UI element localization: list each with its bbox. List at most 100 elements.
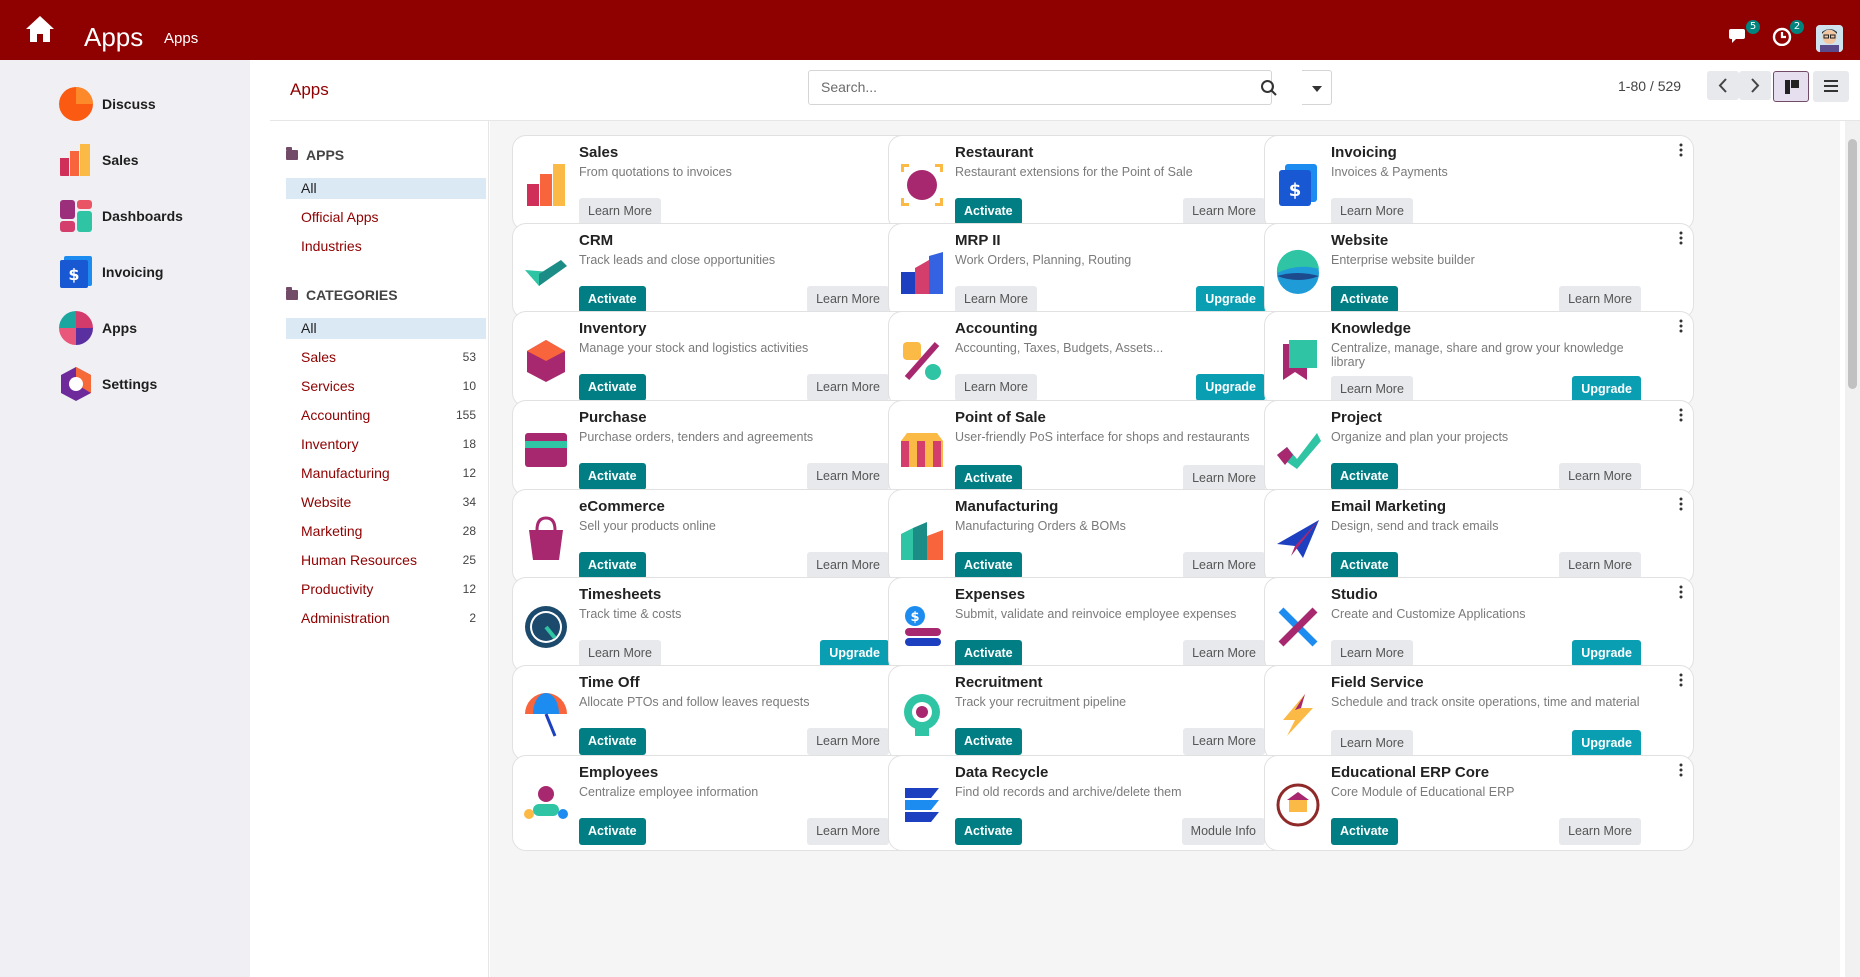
learn-more-button[interactable]: Learn More [1559,286,1641,313]
activate-button[interactable]: Activate [1331,818,1398,845]
module-info-button[interactable]: Module Info [1181,818,1265,845]
category-sales[interactable]: Sales 53 [286,347,486,368]
category-manufacturing[interactable]: Manufacturing 12 [286,463,486,484]
pager-previous-button[interactable] [1707,71,1739,100]
app-card-purchase[interactable]: Purchase Purchase orders, tenders and agr… [512,400,942,496]
search-box[interactable] [808,70,1272,105]
scrollbar-thumb[interactable] [1848,139,1857,389]
app-card-employees[interactable]: Employees Centralize employee information… [512,755,942,851]
upgrade-button[interactable]: Upgrade [1572,640,1641,667]
learn-more-button[interactable]: Learn More [807,286,889,313]
activate-button[interactable]: Activate [955,552,1022,579]
sidebar-item-settings[interactable]: Settings [58,364,238,404]
category-marketing[interactable]: Marketing 28 [286,521,486,542]
learn-more-button[interactable]: Learn More [1183,465,1265,492]
app-card-accounting[interactable]: Accounting Accounting, Taxes, Budgets, As… [888,311,1318,407]
app-card-time-off[interactable]: Time Off Allocate PTOs and follow leaves … [512,665,942,761]
app-card-mrp-ii[interactable]: MRP II Work Orders, Planning, Routing Lear… [888,223,1318,319]
learn-more-button[interactable]: Learn More [1331,730,1413,757]
kanban-view-button[interactable] [1773,71,1809,102]
category-all[interactable]: All [286,318,486,339]
learn-more-button[interactable]: Learn More [1183,552,1265,579]
search-input[interactable] [821,79,1221,95]
activate-button[interactable]: Activate [955,728,1022,755]
activate-button[interactable]: Activate [955,818,1022,845]
kebab-menu-icon[interactable] [1679,142,1683,158]
kebab-menu-icon[interactable] [1679,407,1683,423]
learn-more-button[interactable]: Learn More [1183,640,1265,667]
sidebar-item-dashboards[interactable]: Dashboards [58,196,238,236]
activate-button[interactable]: Activate [579,286,646,313]
kebab-menu-icon[interactable] [1679,762,1683,778]
activate-button[interactable]: Activate [579,552,646,579]
category-website[interactable]: Website 34 [286,492,486,513]
app-card-timesheets[interactable]: Timesheets Track time & costs Learn More Up… [512,577,942,673]
learn-more-button[interactable]: Learn More [1183,198,1265,225]
category-services[interactable]: Services 10 [286,376,486,397]
app-card-crm[interactable]: CRM Track leads and close opportunities Ac… [512,223,942,319]
apps-filter-official[interactable]: Official Apps [286,207,486,228]
category-human-resources[interactable]: Human Resources 25 [286,550,486,571]
kebab-menu-icon[interactable] [1679,318,1683,334]
app-card-project[interactable]: Project Organize and plan your projects Ac… [1264,400,1694,496]
apps-filter-industries[interactable]: Industries [286,236,486,257]
activate-button[interactable]: Activate [1331,463,1398,490]
upgrade-button[interactable]: Upgrade [1196,286,1265,313]
learn-more-button[interactable]: Learn More [807,463,889,490]
category-accounting[interactable]: Accounting 155 [286,405,486,426]
sidebar-item-apps[interactable]: Apps [58,308,238,348]
activities-systray[interactable]: 2 [1772,20,1804,48]
app-card-invoicing[interactable]: $ Invoicing Invoices & Payments Learn More [1264,135,1694,231]
activate-button[interactable]: Activate [579,374,646,401]
app-card-recruitment[interactable]: Recruitment Track your recruitment pipeli… [888,665,1318,761]
app-card-sales[interactable]: Sales From quotations to invoices Learn Mo… [512,135,942,231]
learn-more-button[interactable]: Learn More [955,374,1037,401]
scrollbar[interactable] [1845,121,1860,977]
list-view-button[interactable] [1813,71,1849,102]
sidebar-item-discuss[interactable]: Discuss [58,84,238,124]
apps-filter-all[interactable]: All [286,178,486,199]
upgrade-button[interactable]: Upgrade [820,640,889,667]
kebab-menu-icon[interactable] [1679,230,1683,246]
app-card-restaurant[interactable]: Restaurant Restaurant extensions for the … [888,135,1318,231]
home-icon[interactable] [24,14,56,44]
learn-more-button[interactable]: Learn More [1331,198,1413,225]
learn-more-button[interactable]: Learn More [579,198,661,225]
app-card-field-service[interactable]: Field Service Schedule and track onsite o… [1264,665,1694,761]
activate-button[interactable]: Activate [955,465,1022,492]
learn-more-button[interactable]: Learn More [807,552,889,579]
learn-more-button[interactable]: Learn More [1331,376,1413,403]
app-card-email-marketing[interactable]: Email Marketing Design, send and track em… [1264,489,1694,585]
app-card-knowledge[interactable]: Knowledge Centralize, manage, share and g… [1264,311,1694,407]
app-card-educational-erp-core[interactable]: Educational ERP Core Core Module of Educa… [1264,755,1694,851]
app-card-inventory[interactable]: Inventory Manage your stock and logistics… [512,311,942,407]
kebab-menu-icon[interactable] [1679,496,1683,512]
sidebar-item-sales[interactable]: Sales [58,140,238,180]
messages-systray[interactable]: 5 [1728,20,1760,48]
sidebar-item-invoicing[interactable]: $ Invoicing [58,252,238,292]
kebab-menu-icon[interactable] [1679,672,1683,688]
learn-more-button[interactable]: Learn More [955,286,1037,313]
category-productivity[interactable]: Productivity 12 [286,579,486,600]
category-inventory[interactable]: Inventory 18 [286,434,486,455]
app-card-manufacturing[interactable]: Manufacturing Manufacturing Orders & BOMs… [888,489,1318,585]
learn-more-button[interactable]: Learn More [1331,640,1413,667]
app-card-expenses[interactable]: $ Expenses Submit, validate and reinvoice … [888,577,1318,673]
learn-more-button[interactable]: Learn More [1183,728,1265,755]
activate-button[interactable]: Activate [579,728,646,755]
upgrade-button[interactable]: Upgrade [1572,730,1641,757]
pager-next-button[interactable] [1739,71,1771,100]
category-administration[interactable]: Administration 2 [286,608,486,629]
learn-more-button[interactable]: Learn More [579,640,661,667]
search-options-toggle[interactable] [1302,70,1332,105]
menu-apps[interactable]: Apps [164,30,198,47]
app-card-data-recycle[interactable]: Data Recycle Find old records and archive… [888,755,1318,851]
learn-more-button[interactable]: Learn More [1559,552,1641,579]
activate-button[interactable]: Activate [579,818,646,845]
upgrade-button[interactable]: Upgrade [1572,376,1641,403]
pager-value[interactable]: 1-80 / 529 [1618,78,1681,94]
learn-more-button[interactable]: Learn More [1559,818,1641,845]
activate-button[interactable]: Activate [1331,552,1398,579]
learn-more-button[interactable]: Learn More [807,818,889,845]
app-title[interactable]: Apps [84,22,143,53]
